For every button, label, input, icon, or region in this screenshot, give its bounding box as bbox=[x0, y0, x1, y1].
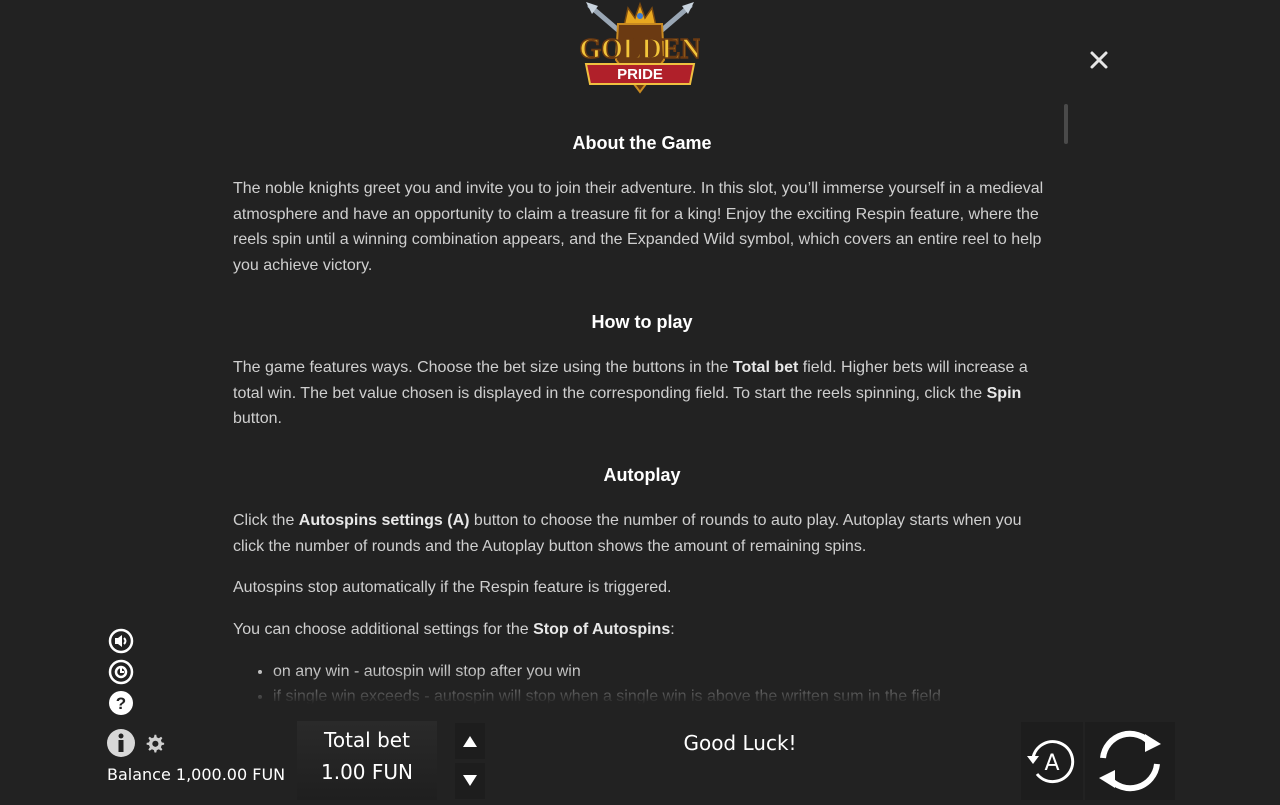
sound-button[interactable] bbox=[108, 628, 134, 654]
how-to-play-text: The game features ways. Choose the bet s… bbox=[233, 355, 1051, 432]
history-button[interactable] bbox=[108, 659, 134, 685]
total-bet-value: 1.00 FUN bbox=[321, 760, 413, 784]
spin-term: Spin bbox=[986, 384, 1022, 402]
bet-decrease-button[interactable] bbox=[455, 763, 485, 799]
list-item: on any win - autospin will stop after yo… bbox=[273, 659, 1051, 684]
rules-panel: About the Game The noble knights greet y… bbox=[233, 118, 1051, 704]
arrow-up-icon bbox=[463, 736, 477, 747]
about-heading: About the Game bbox=[572, 133, 712, 153]
info-button[interactable] bbox=[106, 728, 136, 758]
crown-icon bbox=[623, 1, 657, 27]
total-bet-label: Total bet bbox=[324, 728, 410, 752]
close-icon bbox=[1090, 51, 1108, 69]
autoplay-p3-b: : bbox=[670, 621, 675, 639]
bet-increase-button[interactable] bbox=[455, 723, 485, 759]
autoplay-text-2: Autospins stop automatically if the Resp… bbox=[233, 579, 672, 597]
autoplay-p3-a: You can choose additional settings for t… bbox=[233, 621, 534, 639]
list-item: if single win exceeds - autospin will st… bbox=[273, 684, 1051, 704]
autospins-settings-term: Autospins settings (A) bbox=[298, 511, 470, 529]
history-icon bbox=[108, 659, 134, 685]
scrollbar[interactable] bbox=[1064, 104, 1068, 144]
autoplay-p1-a: Click the bbox=[233, 511, 299, 529]
sound-icon bbox=[108, 628, 134, 654]
autospin-stop-list: on any win - autospin will stop after yo… bbox=[233, 659, 1051, 704]
autoplay-text-1: Click the Autospins settings (A) button … bbox=[233, 508, 1051, 559]
stop-of-autospins-term: Stop of Autospins bbox=[533, 621, 671, 639]
how-to-play-heading: How to play bbox=[591, 311, 693, 332]
how-to-play-text-a: The game features ways. Choose the bet s… bbox=[233, 358, 733, 376]
logo-line2: PRIDE bbox=[617, 66, 663, 83]
autoplay-text-3: You can choose additional settings for t… bbox=[233, 617, 1051, 643]
spin-icon bbox=[1099, 730, 1161, 792]
autospin-label: A bbox=[1044, 751, 1059, 776]
autoplay-heading: Autoplay bbox=[603, 464, 681, 485]
gear-icon bbox=[146, 734, 165, 753]
status-message: Good Luck! bbox=[683, 731, 797, 755]
arrow-down-icon bbox=[463, 775, 477, 786]
autospin-icon: A bbox=[1027, 740, 1075, 784]
info-icon bbox=[107, 729, 135, 757]
about-text: The noble knights greet you and invite y… bbox=[233, 180, 1044, 275]
total-bet-term: Total bet bbox=[732, 358, 799, 376]
total-bet-panel: Total bet 1.00 FUN bbox=[297, 721, 437, 800]
help-button[interactable]: ? bbox=[108, 690, 134, 716]
logo-line1: GOLDEN bbox=[580, 34, 700, 65]
golden-pride-logo: GOLDEN PRIDE bbox=[580, 1, 700, 94]
balance-display: Balance 1,000.00 FUN bbox=[107, 765, 286, 784]
autospin-button[interactable]: A bbox=[1021, 722, 1083, 800]
settings-button[interactable] bbox=[144, 733, 165, 754]
spin-button[interactable] bbox=[1085, 722, 1175, 800]
how-to-play-text-c: button. bbox=[233, 410, 282, 428]
close-button[interactable] bbox=[1086, 47, 1112, 73]
help-icon: ? bbox=[109, 691, 133, 715]
svg-text:?: ? bbox=[116, 694, 126, 713]
